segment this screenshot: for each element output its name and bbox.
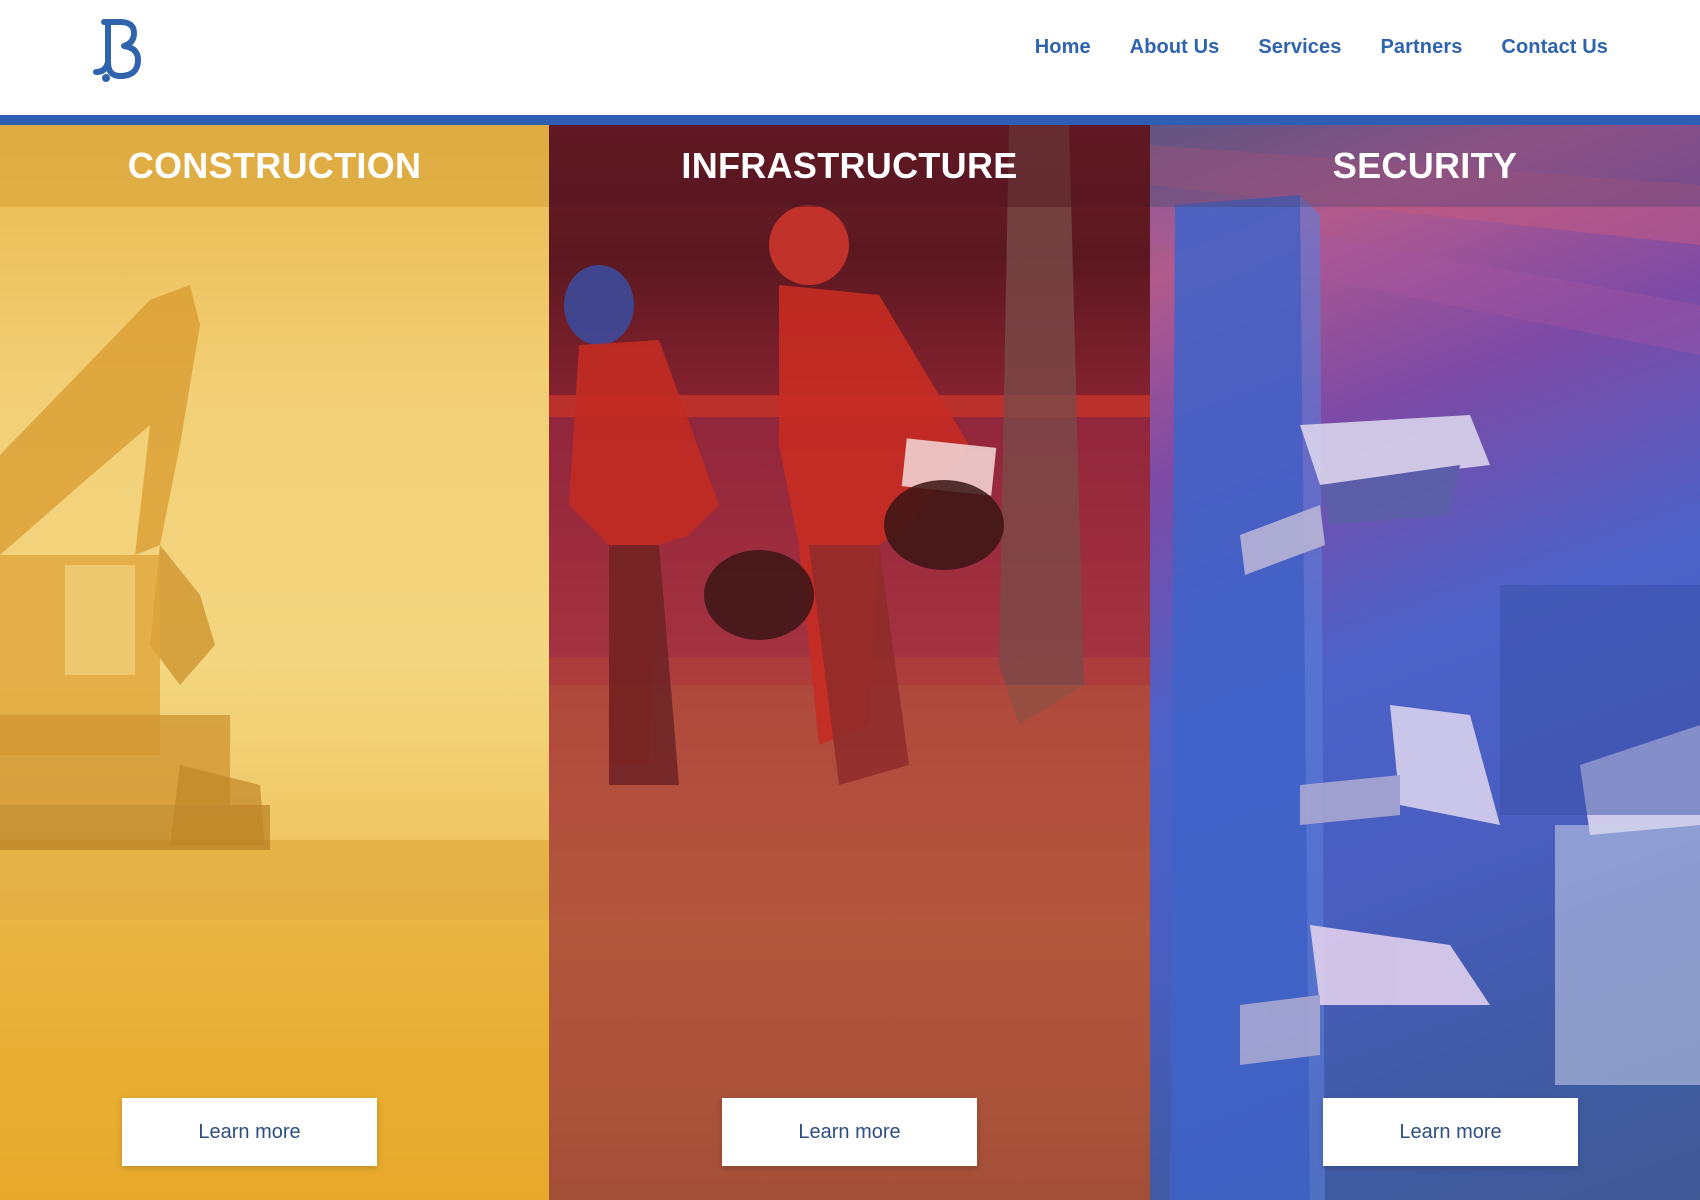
panel-header: SECURITY xyxy=(1150,125,1700,207)
nav-home[interactable]: Home xyxy=(1035,36,1091,59)
panel-infrastructure: INFRASTRUCTURE Learn more xyxy=(549,125,1150,1200)
main-nav: Home About Us Services Partners Contact … xyxy=(1035,36,1608,59)
panel-construction: CONSTRUCTION Learn more xyxy=(0,125,549,1200)
nav-services[interactable]: Services xyxy=(1258,36,1341,59)
cctv-cameras-image xyxy=(1150,145,1700,1200)
service-panels: CONSTRUCTION Learn more INFRASTRUCTURE L… xyxy=(0,125,1700,1200)
panel-header: CONSTRUCTION xyxy=(0,125,549,207)
b-logo-icon[interactable] xyxy=(88,16,148,84)
panel-title: INFRASTRUCTURE xyxy=(681,145,1018,186)
site-header: Home About Us Services Partners Contact … xyxy=(0,0,1700,115)
excavator-image xyxy=(0,285,549,1200)
nav-contact-us[interactable]: Contact Us xyxy=(1501,36,1608,59)
panel-title: SECURITY xyxy=(1332,145,1518,186)
nav-about-us[interactable]: About Us xyxy=(1130,36,1220,59)
workers-image xyxy=(549,125,1150,1200)
panel-security: SECURITY Learn more xyxy=(1150,125,1700,1200)
panel-title: CONSTRUCTION xyxy=(127,145,422,186)
header-accent-rule xyxy=(0,115,1700,125)
panel-header: INFRASTRUCTURE xyxy=(549,125,1150,207)
learn-more-button[interactable]: Learn more xyxy=(1323,1098,1578,1166)
learn-more-button[interactable]: Learn more xyxy=(722,1098,977,1166)
learn-more-button[interactable]: Learn more xyxy=(122,1098,377,1166)
nav-partners[interactable]: Partners xyxy=(1380,36,1462,59)
